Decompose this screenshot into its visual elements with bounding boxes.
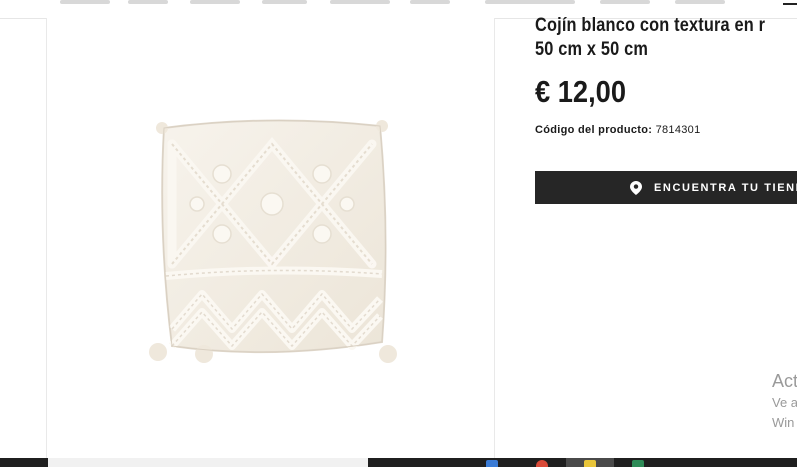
cushion-product-image[interactable] (142, 114, 398, 370)
taskbar-search-box[interactable] (48, 458, 368, 467)
nav-item-cutoff[interactable] (262, 0, 307, 4)
taskbar-app-icon[interactable] (486, 460, 498, 467)
product-code-value: 7814301 (655, 124, 701, 136)
find-store-button[interactable]: ENCUENTRA TU TIENDA (535, 171, 797, 204)
find-store-label: ENCUENTRA TU TIENDA (654, 181, 797, 194)
product-code: Código del producto: 7814301 (535, 124, 797, 136)
nav-item-cutoff[interactable] (128, 0, 168, 4)
windows-activation-watermark: Act Ve a Win (772, 369, 797, 433)
product-title-line: Cojín blanco con textura en r (535, 15, 766, 36)
product-price: € 12,00 (535, 74, 627, 109)
nav-item-cutoff[interactable] (485, 0, 575, 4)
nav-item-cutoff[interactable] (675, 0, 725, 4)
taskbar (0, 458, 797, 467)
menu-icon[interactable] (783, 3, 797, 5)
location-pin-icon (630, 180, 642, 195)
watermark-title: Act (772, 371, 797, 391)
product-code-label: Código del producto: (535, 124, 653, 136)
product-title: Cojín blanco con textura en r 50 cm x 50… (535, 14, 766, 62)
product-size-line: 50 cm x 50 cm (535, 39, 649, 60)
nav-item-cutoff[interactable] (330, 0, 390, 4)
watermark-line: Ve a (772, 395, 797, 410)
nav-item-cutoff[interactable] (410, 0, 450, 4)
nav-item-cutoff[interactable] (190, 0, 240, 4)
nav-item-cutoff[interactable] (600, 0, 650, 4)
product-page: Cojín blanco con textura en r 50 cm x 50… (0, 0, 797, 467)
taskbar-app-icon[interactable] (536, 460, 548, 467)
product-info: Cojín blanco con textura en r 50 cm x 50… (535, 14, 797, 204)
taskbar-app-icon[interactable] (632, 460, 644, 467)
nav-item-cutoff[interactable] (60, 0, 110, 4)
product-image-panel (46, 18, 495, 458)
watermark-line: Win (772, 415, 795, 430)
taskbar-app-icon[interactable] (584, 460, 596, 467)
